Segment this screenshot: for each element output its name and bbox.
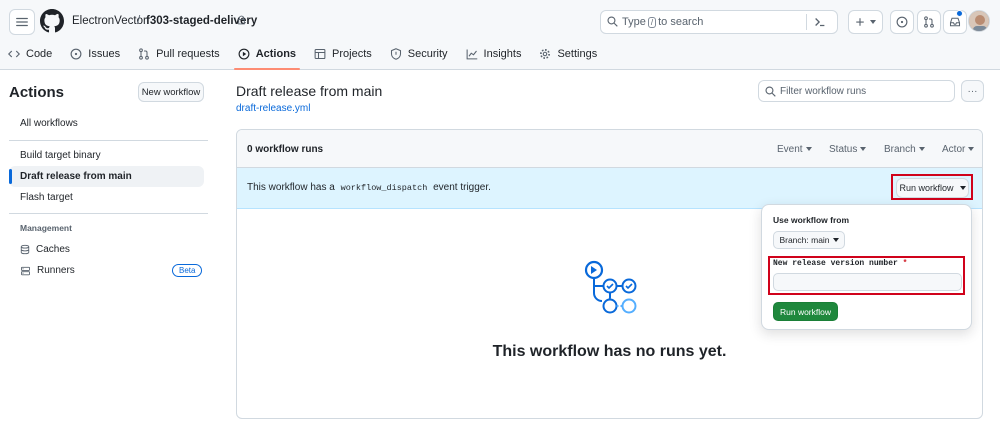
filter-placeholder: Filter workflow runs <box>780 86 867 97</box>
create-new-button[interactable] <box>848 10 883 34</box>
sidebar-divider <box>9 140 208 141</box>
event-filter[interactable]: Event <box>777 144 812 155</box>
lock-icon <box>237 15 246 25</box>
chevron-down-icon <box>832 238 839 242</box>
page-title: Draft release from main <box>236 83 383 99</box>
tab-code[interactable]: Code <box>0 42 60 66</box>
search-icon <box>765 86 776 97</box>
pull-request-icon <box>139 48 149 60</box>
issue-icon <box>70 48 82 60</box>
branch-select-button[interactable]: Branch: main <box>773 231 845 249</box>
avatar[interactable] <box>968 10 990 32</box>
tab-security-label: Security <box>407 48 448 60</box>
tab-issues[interactable]: Issues <box>62 42 128 66</box>
sidebar-item-caches[interactable]: Caches <box>9 239 204 260</box>
chevron-down-icon <box>870 20 876 24</box>
status-filter-label: Status <box>829 144 858 155</box>
notification-indicator <box>956 10 963 17</box>
play-icon <box>238 48 250 60</box>
sidebar-item-label: All workflows <box>20 118 78 129</box>
tab-security[interactable]: Security <box>382 42 456 66</box>
issues-button[interactable] <box>890 10 914 34</box>
submit-run-workflow-button[interactable]: Run workflow <box>773 302 838 321</box>
server-icon <box>21 266 30 275</box>
inbox-icon <box>949 17 961 27</box>
chevron-down-icon <box>805 147 812 152</box>
breadcrumb-owner[interactable]: ElectronVector <box>72 15 147 27</box>
runs-header: 0 workflow runs Event Status Branch Acto… <box>237 130 982 168</box>
tab-projects-label: Projects <box>332 48 372 60</box>
empty-state-message: This workflow has no runs yet. <box>492 343 727 360</box>
sidebar-item-label: Flash target <box>20 192 73 203</box>
pull-request-icon <box>924 16 934 28</box>
chevron-down-icon <box>918 147 925 152</box>
sidebar-item-label: Runners <box>37 265 75 276</box>
tab-insights-label: Insights <box>483 48 522 60</box>
sidebar-item-build-target-binary[interactable]: Build target binary <box>9 145 204 166</box>
tab-code-label: Code <box>26 48 53 60</box>
command-palette-icon[interactable] <box>813 15 827 29</box>
tab-actions[interactable]: Actions <box>230 42 304 70</box>
database-icon <box>20 244 30 255</box>
tab-pull-requests-label: Pull requests <box>156 48 220 60</box>
gear-icon <box>540 49 551 59</box>
branch-select-label: Branch: main <box>779 235 830 245</box>
run-workflow-dropdown: Use workflow from Branch: main New relea… <box>761 204 972 330</box>
actor-filter[interactable]: Actor <box>942 144 975 155</box>
app-header: ElectronVector / f303-staged-delivery Ty… <box>0 0 1000 70</box>
tab-projects[interactable]: Projects <box>306 42 380 66</box>
tab-settings-label: Settings <box>557 48 598 60</box>
banner-message: This workflow has a workflow_dispatch ev… <box>247 182 491 193</box>
search-input[interactable]: Type / to search <box>600 10 838 34</box>
highlight-box-run-button <box>891 174 973 200</box>
pull-requests-button[interactable] <box>917 10 941 34</box>
kebab-menu-button[interactable]: ··· <box>961 80 984 102</box>
graph-icon <box>466 49 477 60</box>
beta-badge: Beta <box>172 264 203 277</box>
tab-actions-label: Actions <box>255 48 297 60</box>
tab-settings[interactable]: Settings <box>531 42 605 66</box>
sidebar-item-label: Build target binary <box>20 150 101 161</box>
sidebar-title: Actions <box>9 84 65 101</box>
sidebar-item-all-workflows[interactable]: All workflows <box>9 113 204 134</box>
code-icon <box>8 50 20 58</box>
tab-pull-requests[interactable]: Pull requests <box>130 42 228 66</box>
plus-icon <box>856 18 864 26</box>
breadcrumb-separator: / <box>137 15 141 27</box>
repo-nav: Code Issues Pull requests Actions Projec… <box>0 42 607 70</box>
chevron-down-icon <box>860 147 867 152</box>
branch-filter[interactable]: Branch <box>884 144 925 155</box>
dropdown-title: Use workflow from <box>773 215 850 225</box>
status-filter[interactable]: Status <box>829 144 867 155</box>
dispatch-banner: This workflow has a workflow_dispatch ev… <box>237 168 982 209</box>
sidebar-divider <box>9 213 208 214</box>
issue-icon <box>896 16 908 28</box>
table-icon <box>314 48 326 60</box>
actor-filter-label: Actor <box>942 144 966 155</box>
github-logo-icon[interactable] <box>40 9 64 33</box>
search-divider <box>806 14 807 30</box>
shield-icon <box>390 48 401 60</box>
filter-workflow-runs-input[interactable]: Filter workflow runs <box>758 80 955 102</box>
sidebar-item-label: Draft release from main <box>20 171 132 182</box>
new-workflow-button[interactable]: New workflow <box>138 82 204 102</box>
empty-workflow-illustration <box>581 260 641 318</box>
event-filter-label: Event <box>777 144 803 155</box>
branch-filter-label: Branch <box>884 144 916 155</box>
workflow-file-link[interactable]: draft-release.yml <box>236 103 310 114</box>
notifications-button[interactable] <box>943 10 967 34</box>
sidebar-item-flash-target[interactable]: Flash target <box>9 187 204 208</box>
sidebar-management-heading: Management <box>20 223 72 233</box>
sidebar-item-draft-release[interactable]: Draft release from main <box>9 166 204 187</box>
hamburger-icon <box>16 17 28 27</box>
menu-button[interactable] <box>9 9 35 35</box>
tab-insights[interactable]: Insights <box>458 42 530 66</box>
runs-count: 0 workflow runs <box>247 144 324 155</box>
tab-issues-label: Issues <box>88 48 121 60</box>
search-icon <box>607 16 618 27</box>
highlight-box-version-input <box>768 256 965 295</box>
search-placeholder: Type / to search <box>622 16 704 28</box>
sidebar-item-label: Caches <box>36 244 70 255</box>
chevron-down-icon <box>968 147 975 152</box>
